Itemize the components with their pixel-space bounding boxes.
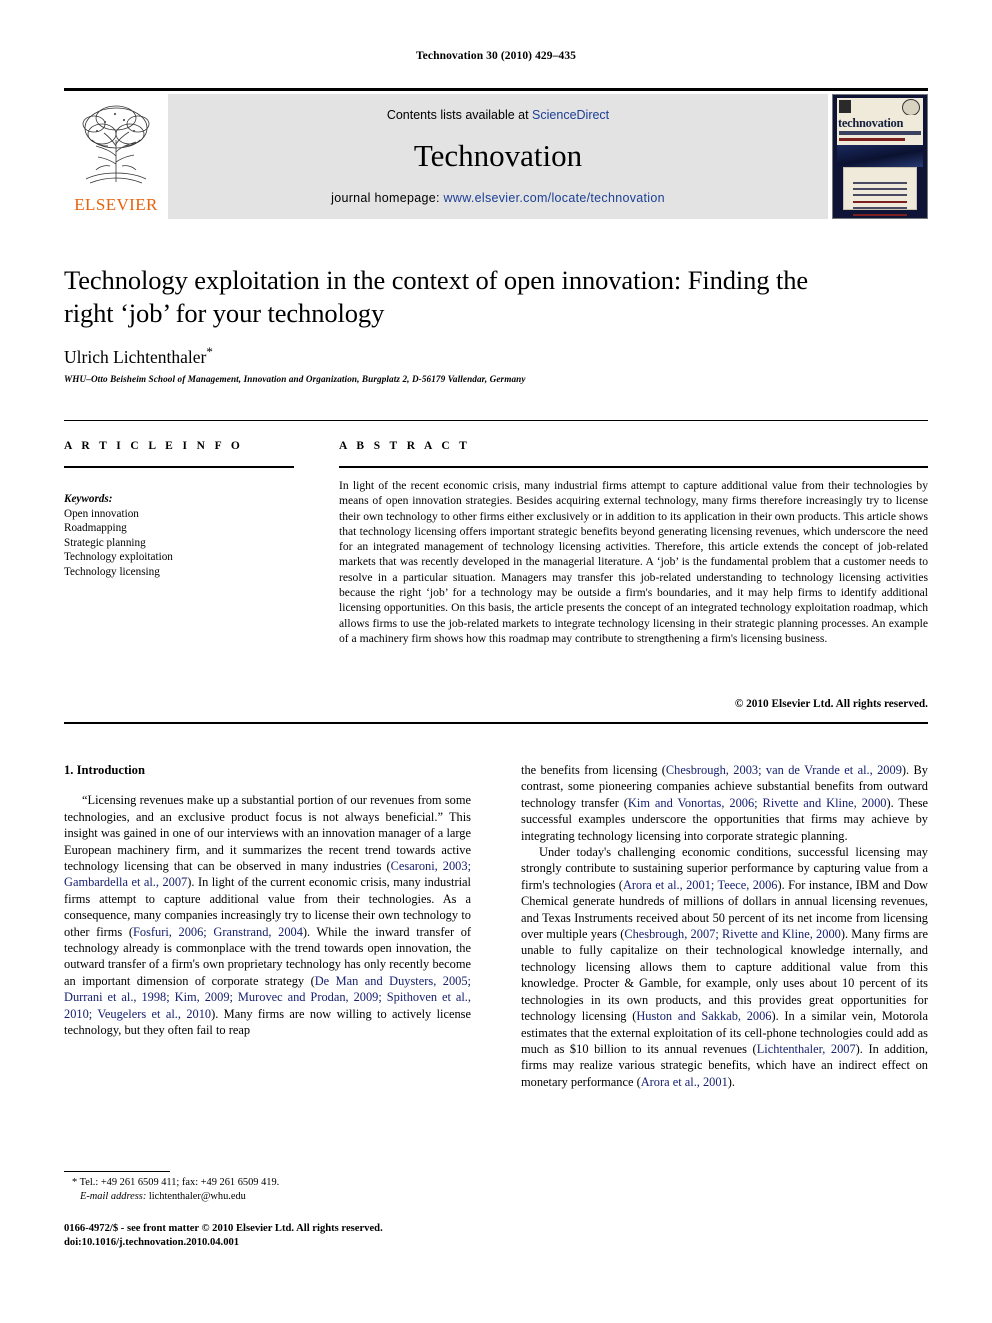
- author-footnote-marker[interactable]: *: [206, 344, 213, 359]
- contents-prefix: Contents lists available at: [386, 108, 533, 122]
- keyword-item: Technology licensing: [64, 565, 160, 578]
- globe-icon: [902, 99, 920, 116]
- footnote-marker: *: [72, 1177, 78, 1188]
- cover-journal-name: technovation: [838, 116, 904, 130]
- elsevier-logo: ELSEVIER: [64, 94, 168, 219]
- cover-tagline-bar: [839, 138, 905, 141]
- footnote-divider: [64, 1171, 170, 1172]
- citation-link[interactable]: Huston and Sakkab, 2006: [636, 1009, 771, 1023]
- citation-link[interactable]: Chesbrough, 2003; van de Vrande et al., …: [666, 763, 902, 777]
- keywords-label: Keywords:: [64, 493, 113, 505]
- page-title: Technology exploitation in the context o…: [64, 265, 809, 328]
- keywords-block: Keywords: Open innovation Roadmapping St…: [64, 492, 304, 580]
- citation-link[interactable]: Arora et al., 2001; Teece, 2006: [623, 878, 778, 892]
- email-address[interactable]: lichtenthaler@whu.edu: [149, 1191, 246, 1202]
- author-label: Ulrich Lichtenthaler: [64, 346, 207, 367]
- body-paragraph: Under today's challenging economic condi…: [521, 844, 928, 1090]
- right-column-paragraphs: the benefits from licensing (Chesbrough,…: [521, 762, 928, 1090]
- citation-link[interactable]: Lichtenthaler, 2007: [757, 1042, 856, 1056]
- journal-cover-thumbnail: technovation: [832, 94, 928, 219]
- article-info-rule: [64, 466, 294, 468]
- section-divider-bottom: [64, 722, 928, 724]
- elsevier-wordmark: ELSEVIER: [74, 195, 158, 214]
- citation-link[interactable]: Chesbrough, 2007; Rivette and Kline, 200…: [624, 927, 841, 941]
- body-column-right: the benefits from licensing (Chesbrough,…: [521, 762, 928, 1090]
- imprint-block: 0166-4972/$ - see front matter © 2010 El…: [64, 1222, 494, 1250]
- journal-masthead: ELSEVIER Contents lists available at Sci…: [64, 88, 928, 219]
- cover-art-panel: [837, 145, 923, 167]
- footnote-contact: * Tel.: +49 261 6509 411; fax: +49 261 6…: [64, 1176, 474, 1190]
- journal-title: Technovation: [413, 138, 583, 173]
- left-column-paragraphs: “Licensing revenues make up a substantia…: [64, 792, 471, 1038]
- homepage-line: journal homepage: www.elsevier.com/locat…: [168, 191, 828, 205]
- body-text: the benefits from licensing (: [521, 763, 666, 777]
- homepage-link[interactable]: www.elsevier.com/locate/technovation: [444, 191, 665, 205]
- cover-subtitle-bar: [839, 131, 921, 135]
- footnote-contact-text: Tel.: +49 261 6509 411; fax: +49 261 650…: [79, 1177, 280, 1188]
- section-divider-top: [64, 420, 928, 421]
- abstract-rule: [339, 466, 928, 468]
- citation-link[interactable]: Fosfuri, 2006; Granstrand, 2004: [133, 925, 303, 939]
- body-paragraph: the benefits from licensing (Chesbrough,…: [521, 762, 928, 844]
- keyword-item: Technology exploitation: [64, 551, 173, 564]
- paper-page: Technovation 30 (2010) 429–435 ELSEVIER …: [0, 0, 992, 1323]
- keyword-item: Roadmapping: [64, 522, 127, 535]
- doi-line[interactable]: doi:10.1016/j.technovation.2010.04.001: [64, 1236, 494, 1250]
- affiliation: WHU–Otto Beisheim School of Management, …: [64, 374, 526, 384]
- body-text: ).: [727, 1074, 736, 1089]
- article-info-heading: A R T I C L E I N F O: [64, 440, 244, 452]
- keyword-item: Strategic planning: [64, 536, 146, 549]
- citation-link[interactable]: Arora et al., 2001: [641, 1075, 728, 1089]
- section-heading-introduction: 1. Introduction: [64, 763, 145, 777]
- body-column-left: 1. Introduction “Licensing revenues make…: [64, 762, 471, 1039]
- abstract-heading: A B S T R A C T: [339, 440, 471, 452]
- keyword-item: Open innovation: [64, 507, 139, 520]
- copyright-line: © 2010 Elsevier Ltd. All rights reserved…: [734, 698, 928, 710]
- sciencedirect-link[interactable]: ScienceDirect: [532, 108, 609, 122]
- homepage-prefix: journal homepage:: [331, 191, 444, 205]
- contents-line: Contents lists available at ScienceDirec…: [168, 108, 828, 122]
- email-label: E-mail address:: [80, 1191, 147, 1202]
- footnote-email-line: E-mail address: lichtenthaler@whu.edu: [64, 1190, 474, 1204]
- citation-link[interactable]: Kim and Vonortas, 2006; Rivette and Klin…: [628, 796, 887, 810]
- footnote-block: * Tel.: +49 261 6509 411; fax: +49 261 6…: [64, 1176, 474, 1204]
- front-matter-line: 0166-4972/$ - see front matter © 2010 El…: [64, 1223, 383, 1234]
- cover-contents-box: [843, 167, 917, 216]
- abstract-text: In light of the recent economic crisis, …: [339, 479, 928, 645]
- author-name: Ulrich Lichtenthaler*: [64, 344, 213, 368]
- journal-banner: Contents lists available at ScienceDirec…: [168, 94, 828, 219]
- elsevier-mark-icon: [839, 100, 851, 113]
- body-paragraph: “Licensing revenues make up a substantia…: [64, 792, 471, 1038]
- elsevier-tree-icon: [82, 105, 150, 184]
- running-head: Technovation 30 (2010) 429–435: [415, 50, 577, 62]
